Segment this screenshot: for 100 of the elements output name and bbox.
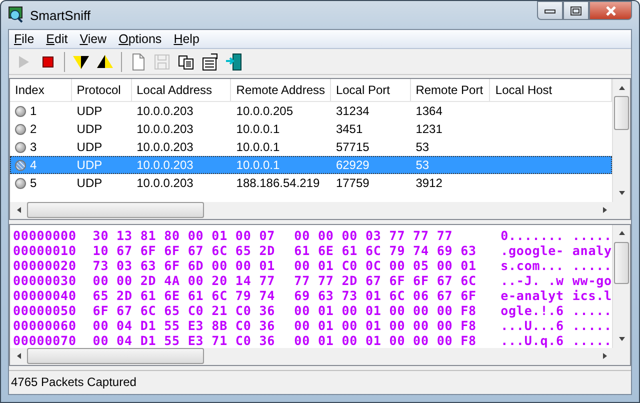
ascii-text: .google-	[500, 242, 565, 258]
table-cell: 10.0.0.203	[136, 176, 194, 190]
door-icon	[225, 52, 243, 71]
ascii-text: .....	[572, 228, 612, 243]
hex-bytes: 00 01 00 01 00 00 00 F8	[294, 318, 478, 333]
horizontal-scrollbar[interactable]	[10, 202, 630, 219]
status-dot-icon	[15, 106, 26, 117]
table-cell: 10.0.0.205	[236, 104, 293, 118]
table-cell: 1364	[416, 104, 442, 118]
scrollbar-thumb[interactable]	[27, 202, 204, 218]
scrollbar-thumb[interactable]	[614, 96, 629, 130]
hex-bytes: 30 13 81 80 00 01 00 07	[92, 228, 276, 243]
hex-bytes: 00 01 00 01 00 00 00 F8	[294, 332, 478, 348]
table-cell: UDP	[76, 104, 102, 118]
maximize-button[interactable]	[563, 1, 589, 20]
ascii-text: ogle.!.6	[500, 302, 565, 318]
table-cell: 1231	[416, 122, 442, 136]
horizontal-scrollbar[interactable]	[10, 348, 630, 365]
right-arrow-icon	[602, 206, 608, 214]
maximize-icon	[570, 6, 582, 16]
hex-bytes: 6F 67 6C 65 C0 21 C0 36	[92, 302, 276, 318]
down-arrow-icon	[618, 336, 626, 342]
ascii-text: ...U.q.6	[500, 332, 565, 348]
scrollbar-thumb[interactable]	[614, 242, 629, 284]
minimize-icon	[544, 6, 556, 14]
table-cell: 4	[30, 158, 37, 172]
close-icon	[604, 6, 618, 16]
menu-item[interactable]: View	[74, 32, 114, 46]
table-cell: 10.0.0.203	[136, 104, 194, 118]
table-cell: UDP	[76, 122, 102, 136]
hex-bytes: 00 04 D1 55 E3 8B C0 36	[92, 318, 276, 333]
column-header[interactable]: Protocol	[72, 79, 132, 102]
table-row[interactable]: 1 UDP 10.0.0.203 10.0.0.205 31234 1364	[10, 102, 612, 120]
menu-item[interactable]: Help	[168, 32, 206, 46]
table-cell: 53	[416, 140, 430, 154]
table-cell: 5	[30, 176, 37, 190]
ascii-text: s.com...	[500, 258, 565, 273]
ascii-text: 0.......	[500, 228, 565, 243]
hex-offset: 00000050	[13, 302, 78, 318]
vertical-scrollbar[interactable]	[612, 79, 630, 202]
table-cell: 2	[30, 122, 37, 136]
status-dot-icon	[15, 124, 26, 135]
close-button[interactable]	[589, 1, 632, 20]
hex-bytes: 00 00 00 03 77 77 77	[294, 228, 454, 243]
table-row[interactable]: 3 UDP 10.0.0.203 10.0.0.1 57715 53	[10, 138, 612, 156]
hex-bytes: 00 00 2D 4A 00 20 14 77	[92, 272, 276, 288]
hex-offset: 00000020	[13, 258, 78, 273]
minimize-button[interactable]	[537, 1, 563, 20]
table-cell: 57715	[336, 140, 370, 154]
triangle-icon	[96, 52, 114, 71]
column-header[interactable]: Remote Address	[231, 79, 331, 102]
column-header[interactable]: Local Address	[132, 79, 232, 102]
hex-offset: 00000010	[13, 242, 78, 258]
hex-offset: 00000040	[13, 288, 78, 303]
table-cell: 188.186.54.219	[236, 176, 320, 190]
left-arrow-icon	[16, 206, 22, 214]
status-dot-icon	[15, 178, 26, 189]
hex-bytes: 73 03 63 6F 6D 00 00 01	[92, 258, 276, 273]
menu-item[interactable]: Edit	[41, 32, 75, 46]
table-cell: 3	[30, 140, 37, 154]
hex-bytes: 00 01 C0 0C 00 05 00 01	[294, 258, 478, 273]
hex-offset: 00000030	[13, 272, 78, 288]
hex-offset: 00000060	[13, 318, 78, 333]
table-row[interactable]: 5 UDP 10.0.0.203 188.186.54.219 17759 3912	[10, 174, 612, 192]
hex-bytes: 00 01 00 01 00 00 00 F8	[294, 302, 478, 318]
table-cell: UDP	[76, 140, 102, 154]
column-header[interactable]: Remote Port	[410, 79, 490, 102]
right-arrow-icon	[602, 352, 608, 360]
hex-bytes: 61 6E 61 6C 79 74 69 63	[294, 242, 478, 258]
ascii-text: ics.l	[572, 288, 612, 303]
status-text: 4765 Packets Captured	[11, 375, 136, 390]
menu-item[interactable]: File	[9, 32, 42, 46]
table-cell: 31234	[336, 104, 370, 118]
ascii-text: ...U...6	[500, 318, 565, 333]
table-cell: 1	[30, 104, 37, 118]
table-cell: 10.0.0.203	[136, 140, 194, 154]
table-cell: 62929	[336, 158, 370, 172]
hex-bytes: 10 67 6F 6F 67 6C 65 2D	[92, 242, 276, 258]
ascii-text: .....	[572, 258, 612, 273]
ascii-text: ww-go	[572, 272, 612, 288]
table-cell: 10.0.0.203	[136, 122, 194, 136]
properties-icon	[201, 52, 219, 71]
status-dot-icon	[15, 142, 26, 153]
scrollbar-thumb[interactable]	[27, 348, 204, 364]
ascii-text: analy	[572, 242, 612, 258]
table-cell: 10.0.0.1	[236, 140, 280, 154]
vertical-scrollbar[interactable]	[612, 224, 630, 348]
copy-icon	[177, 52, 195, 71]
column-header[interactable]: Local Port	[330, 79, 411, 102]
up-arrow-icon	[618, 230, 626, 236]
table-row[interactable]: 2 UDP 10.0.0.203 10.0.0.1 3451 1231	[10, 120, 612, 138]
menu-item[interactable]: Options	[114, 32, 169, 46]
table-cell: UDP	[76, 176, 102, 190]
down-arrow-icon	[618, 190, 626, 196]
table-cell: 53	[416, 158, 430, 172]
table-cell: 3451	[336, 122, 363, 136]
ascii-text: .....	[572, 302, 612, 318]
window-title: SmartSniff	[30, 8, 90, 22]
hex-offset: 00000070	[13, 332, 78, 348]
column-header[interactable]: Index	[10, 79, 72, 102]
